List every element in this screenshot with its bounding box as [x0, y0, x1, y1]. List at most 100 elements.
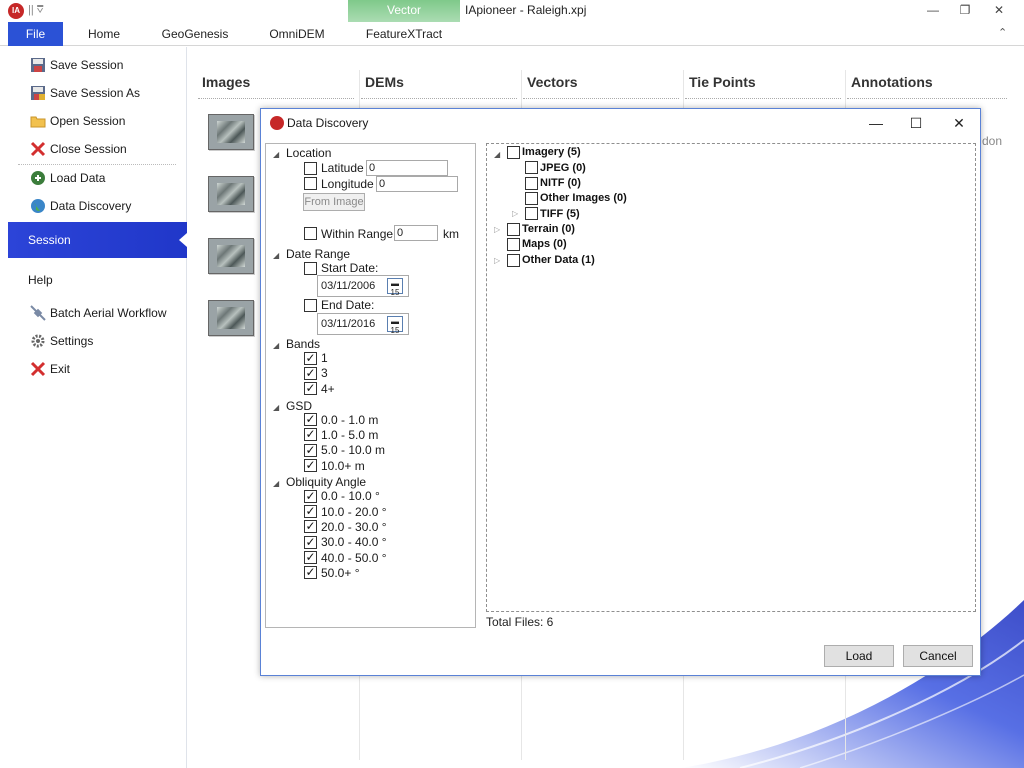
start-date-value: 03/11/2006 — [321, 280, 376, 292]
image-thumbnail[interactable] — [208, 114, 254, 150]
window-close-button[interactable]: ✕ — [982, 0, 1016, 20]
end-date-value: 03/11/2016 — [321, 318, 376, 330]
calendar-day: 15 — [390, 288, 400, 297]
tab-omnidem[interactable]: OmniDEM — [258, 22, 336, 46]
obliquity-label: 30.0 - 40.0 ° — [321, 535, 387, 549]
band-checkbox[interactable]: ✓ — [304, 382, 317, 395]
obliquity-checkbox[interactable]: ✓ — [304, 536, 317, 549]
nitf-node[interactable]: NITF (0) — [540, 177, 581, 189]
tab-file[interactable]: File — [8, 22, 63, 46]
gsd-checkbox[interactable]: ✓ — [304, 444, 317, 457]
calendar-icon[interactable]: ▬ 15 — [387, 316, 403, 335]
ribbon-collapse-icon[interactable]: ⌃ — [998, 26, 1007, 39]
end-date-checkbox[interactable] — [304, 299, 317, 312]
bands-header: Bands — [286, 337, 321, 351]
session-section[interactable]: Session — [8, 222, 187, 258]
tiff-node[interactable]: TIFF (5) — [540, 208, 580, 220]
obliquity-checkbox[interactable]: ✓ — [304, 505, 317, 518]
expand-triangle-icon[interactable]: ◢ — [273, 150, 279, 159]
tab-home[interactable]: Home — [78, 22, 130, 46]
globe-icon — [31, 199, 45, 213]
collapsed-triangle-icon[interactable]: ▷ — [494, 256, 500, 265]
dialog-close-button[interactable]: ✕ — [944, 112, 974, 134]
tie-points-column-header: Tie Points — [689, 74, 756, 90]
window-minimize-button[interactable]: — — [916, 0, 950, 20]
load-button[interactable]: Load — [824, 645, 894, 667]
end-date-label: End Date: — [321, 298, 375, 312]
gsd-checkbox[interactable]: ✓ — [304, 459, 317, 472]
terrain-checkbox[interactable] — [507, 223, 520, 236]
load-data-icon — [31, 171, 45, 185]
vectors-column-header: Vectors — [527, 74, 578, 90]
gsd-checkbox[interactable]: ✓ — [304, 413, 317, 426]
obliquity-checkbox[interactable]: ✓ — [304, 551, 317, 564]
jpeg-node[interactable]: JPEG (0) — [540, 162, 586, 174]
latitude-input[interactable]: 0 — [366, 160, 448, 176]
longitude-checkbox[interactable] — [304, 177, 317, 190]
imagery-node[interactable]: Imagery (5) — [522, 146, 581, 158]
collapsed-triangle-icon[interactable]: ▷ — [512, 209, 518, 218]
save-session-as-label: Save Session As — [50, 86, 141, 100]
quick-access-toolbar[interactable]: || ⩢ — [28, 4, 43, 17]
within-range-checkbox[interactable] — [304, 227, 317, 240]
calendar-icon[interactable]: ▬ 15 — [387, 278, 403, 297]
gsd-checkbox[interactable]: ✓ — [304, 428, 317, 441]
app-logo-icon[interactable]: IA — [8, 3, 24, 19]
dialog-minimize-button[interactable]: — — [861, 112, 891, 134]
obliquity-checkbox[interactable]: ✓ — [304, 566, 317, 579]
dialog-app-icon — [270, 116, 284, 130]
column-underline — [361, 98, 517, 99]
window-title: IApioneer - Raleigh.xpj — [465, 3, 587, 17]
within-range-input[interactable]: 0 — [394, 225, 438, 241]
within-range-label: Within Range: — [321, 227, 397, 241]
satellite-icon — [30, 305, 46, 321]
help-section[interactable]: Help — [8, 266, 187, 294]
nitf-checkbox[interactable] — [525, 177, 538, 190]
maps-node[interactable]: Maps (0) — [522, 238, 567, 250]
column-underline — [198, 98, 354, 99]
longitude-input[interactable]: 0 — [376, 176, 458, 192]
expand-triangle-icon[interactable]: ◢ — [273, 479, 279, 488]
obliquity-label: 20.0 - 30.0 ° — [321, 520, 387, 534]
maps-checkbox[interactable] — [507, 238, 520, 251]
other-images-node[interactable]: Other Images (0) — [540, 192, 627, 204]
band-label: 1 — [321, 351, 328, 365]
band-checkbox[interactable]: ✓ — [304, 352, 317, 365]
dems-column-header: DEMs — [365, 74, 404, 90]
expand-triangle-icon[interactable]: ◢ — [273, 251, 279, 260]
obliquity-checkbox[interactable]: ✓ — [304, 490, 317, 503]
other-data-node[interactable]: Other Data (1) — [522, 254, 595, 266]
folder-icon — [30, 116, 46, 128]
imagery-checkbox[interactable] — [507, 146, 520, 159]
image-thumbnail[interactable] — [208, 238, 254, 274]
dialog-maximize-button[interactable]: ☐ — [901, 112, 931, 134]
latitude-label: Latitude — [321, 161, 364, 175]
gsd-label: 10.0+ m — [321, 459, 365, 473]
image-thumbnail[interactable] — [208, 176, 254, 212]
band-checkbox[interactable]: ✓ — [304, 367, 317, 380]
save-icon — [31, 58, 45, 72]
jpeg-checkbox[interactable] — [525, 161, 538, 174]
range-unit-label: km — [443, 227, 459, 241]
latitude-checkbox[interactable] — [304, 162, 317, 175]
terrain-node[interactable]: Terrain (0) — [522, 223, 575, 235]
collapsed-triangle-icon[interactable]: ▷ — [494, 225, 500, 234]
from-image-button[interactable]: From Image — [303, 193, 365, 211]
tiff-checkbox[interactable] — [525, 207, 538, 220]
start-date-checkbox[interactable] — [304, 262, 317, 275]
tab-geogenesis[interactable]: GeoGenesis — [155, 22, 235, 46]
image-thumbnail[interactable] — [208, 300, 254, 336]
other-images-checkbox[interactable] — [525, 192, 538, 205]
expand-triangle-icon[interactable]: ◢ — [273, 403, 279, 412]
cancel-button[interactable]: Cancel — [903, 645, 973, 667]
obliquity-header: Obliquity Angle — [286, 475, 367, 489]
obliquity-checkbox[interactable]: ✓ — [304, 520, 317, 533]
calendar-day: 15 — [390, 326, 400, 335]
window-maximize-button[interactable]: ❐ — [948, 0, 982, 20]
tab-featurextract[interactable]: FeatureXTract — [348, 22, 460, 46]
gsd-label: 1.0 - 5.0 m — [321, 428, 379, 442]
expand-triangle-icon[interactable]: ◢ — [273, 341, 279, 350]
other-data-checkbox[interactable] — [507, 254, 520, 267]
images-column-header: Images — [202, 74, 251, 90]
expand-triangle-icon[interactable]: ◢ — [494, 150, 500, 159]
